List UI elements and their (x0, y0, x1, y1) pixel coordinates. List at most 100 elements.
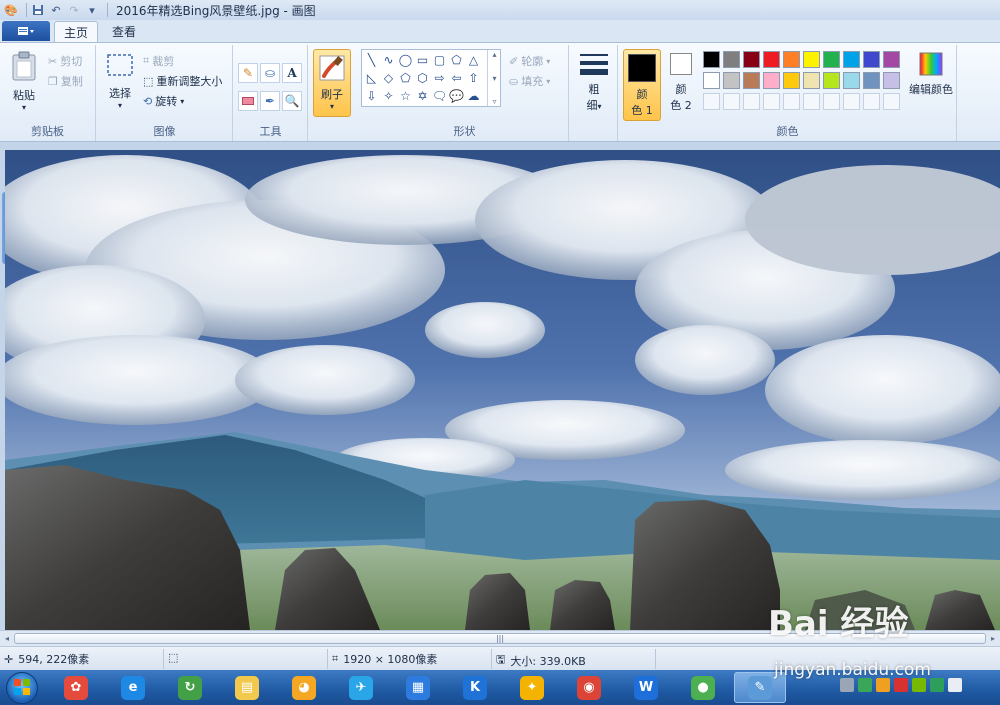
taskbar-button[interactable]: ✿ (50, 672, 102, 703)
canvas-area[interactable] (0, 142, 1000, 630)
arrow-down-shape-icon[interactable]: ⇩ (363, 87, 380, 104)
custom-color-slot[interactable] (763, 93, 780, 110)
brush-button[interactable]: 刷子 ▾ (313, 49, 351, 117)
tab-home[interactable]: 主页 (54, 21, 98, 42)
chevron-up-icon[interactable]: ▴ (492, 50, 496, 59)
color-swatch[interactable] (883, 72, 900, 89)
color2-button[interactable]: 颜 色 2 (663, 53, 699, 113)
curve-shape-icon[interactable]: ∿ (380, 51, 397, 68)
scroll-right-icon[interactable]: ▸ (987, 633, 999, 644)
arrow-up-shape-icon[interactable]: ⇧ (465, 69, 482, 86)
gallery-expand-icon[interactable]: ▿ (492, 97, 496, 106)
custom-color-slot[interactable] (843, 93, 860, 110)
taskbar-button[interactable]: ● (677, 672, 729, 703)
callout-cloud-shape-icon[interactable]: ☁ (465, 87, 482, 104)
face-tray-icon[interactable] (876, 678, 890, 692)
color-swatch[interactable] (843, 51, 860, 68)
color-swatch[interactable] (703, 72, 720, 89)
color-swatch[interactable] (783, 51, 800, 68)
outline-button[interactable]: ✐ 轮廓 ▾ (509, 53, 550, 69)
crop-button[interactable]: ⌗ 裁剪 (143, 53, 174, 69)
arrow-left-shape-icon[interactable]: ⇦ (448, 69, 465, 86)
image-canvas[interactable] (5, 150, 1000, 630)
rounded-rectangle-shape-icon[interactable]: ▢ (431, 51, 448, 68)
custom-color-slot[interactable] (743, 93, 760, 110)
color-swatch[interactable] (823, 51, 840, 68)
fill-tool[interactable]: ⛀ (260, 63, 280, 83)
rectangle-shape-icon[interactable]: ▭ (414, 51, 431, 68)
custom-color-slot[interactable] (803, 93, 820, 110)
save-icon[interactable] (31, 3, 45, 17)
taskbar-button[interactable]: ✎ (734, 672, 786, 703)
color-swatch[interactable] (883, 51, 900, 68)
taskbar-button[interactable]: W (620, 672, 672, 703)
paint-app-icon[interactable]: 🎨 (4, 3, 18, 17)
taskbar-button[interactable]: ✦ (506, 672, 558, 703)
color-swatch[interactable] (723, 51, 740, 68)
color-swatch[interactable] (723, 72, 740, 89)
callout-rect-shape-icon[interactable]: 🗨 (431, 87, 448, 104)
oval-shape-icon[interactable]: ◯ (397, 51, 414, 68)
paste-button[interactable]: 粘贴 ▾ (6, 51, 42, 112)
magnifier-tool[interactable]: 🔍 (282, 91, 302, 111)
custom-color-slot[interactable] (703, 93, 720, 110)
color-swatch[interactable] (863, 51, 880, 68)
taskbar-button[interactable]: e (107, 672, 159, 703)
callout-oval-shape-icon[interactable]: 💬 (448, 87, 465, 104)
edit-colors-button[interactable]: 编辑颜色 (905, 51, 957, 97)
red-app-tray-icon[interactable] (894, 678, 908, 692)
color-swatch[interactable] (743, 72, 760, 89)
shapes-gallery-scroll[interactable]: ▴ ▾ ▿ (487, 50, 501, 106)
pencil-tool[interactable]: ✎ (238, 63, 258, 83)
color-swatch[interactable] (803, 72, 820, 89)
chevron-down-icon[interactable]: ▾ (492, 74, 496, 83)
six-point-star-shape-icon[interactable]: ✡ (414, 87, 431, 104)
fill-button[interactable]: ⛀ 填充 ▾ (509, 73, 550, 89)
rotate-button[interactable]: ⟲ 旋转 ▾ (143, 93, 184, 109)
four-point-star-shape-icon[interactable]: ✧ (380, 87, 397, 104)
resize-button[interactable]: ⬚ 重新调整大小 (143, 73, 222, 89)
taskbar-button[interactable]: ◕ (278, 672, 330, 703)
start-button[interactable] (6, 672, 38, 704)
hexagon-shape-icon[interactable]: ⬡ (414, 69, 431, 86)
undo-icon[interactable]: ↶ (49, 3, 63, 17)
triangle-shape-icon[interactable]: △ (465, 51, 482, 68)
copy-button[interactable]: ❐ 复制 (48, 73, 83, 89)
tab-view[interactable]: 查看 (102, 21, 146, 42)
color-swatch[interactable] (763, 51, 780, 68)
taskbar-button[interactable]: ▦ (392, 672, 444, 703)
color-picker-tool[interactable]: ✒ (260, 91, 280, 111)
taskbar-button[interactable]: ✈ (335, 672, 387, 703)
taskbar-button[interactable]: ↻ (164, 672, 216, 703)
custom-color-slot[interactable] (823, 93, 840, 110)
five-point-star-shape-icon[interactable]: ☆ (397, 87, 414, 104)
line-shape-icon[interactable]: ╲ (363, 51, 380, 68)
color1-button[interactable]: 颜 色 1 (623, 49, 661, 121)
keyboard-tray-icon[interactable] (840, 678, 854, 692)
color-swatch[interactable] (743, 51, 760, 68)
color-swatch[interactable] (763, 72, 780, 89)
redo-icon[interactable]: ↷ (67, 3, 81, 17)
nvidia-tray-icon[interactable] (912, 678, 926, 692)
color-swatch[interactable] (863, 72, 880, 89)
right-triangle-shape-icon[interactable]: ◺ (363, 69, 380, 86)
custom-color-slot[interactable] (723, 93, 740, 110)
custom-color-slot[interactable] (863, 93, 880, 110)
text-tool[interactable]: A (282, 63, 302, 83)
taskbar-button[interactable]: K (449, 672, 501, 703)
select-button[interactable]: 选择 ▾ (103, 53, 137, 110)
file-menu-button[interactable] (2, 21, 50, 41)
security-tray-icon[interactable] (930, 678, 944, 692)
horizontal-scrollbar[interactable]: ◂ ||| ▸ (0, 630, 1000, 646)
custom-color-slot[interactable] (783, 93, 800, 110)
color-swatch[interactable] (783, 72, 800, 89)
polygon-shape-icon[interactable]: ⬠ (448, 51, 465, 68)
network-tray-icon[interactable] (948, 678, 962, 692)
shapes-gallery[interactable]: ╲ ∿ ◯ ▭ ▢ ⬠ △ ◺ ◇ ⬠ ⬡ ⇨ ⇦ ⇧ ⇩ ✧ ☆ ✡ 🗨 💬 … (361, 49, 501, 107)
quick-access-dropdown-icon[interactable]: ▾ (85, 3, 99, 17)
umbrella-tray-icon[interactable] (858, 678, 872, 692)
scroll-left-icon[interactable]: ◂ (1, 633, 13, 644)
pentagon-shape-icon[interactable]: ⬠ (397, 69, 414, 86)
color-swatch[interactable] (843, 72, 860, 89)
color-swatch[interactable] (823, 72, 840, 89)
